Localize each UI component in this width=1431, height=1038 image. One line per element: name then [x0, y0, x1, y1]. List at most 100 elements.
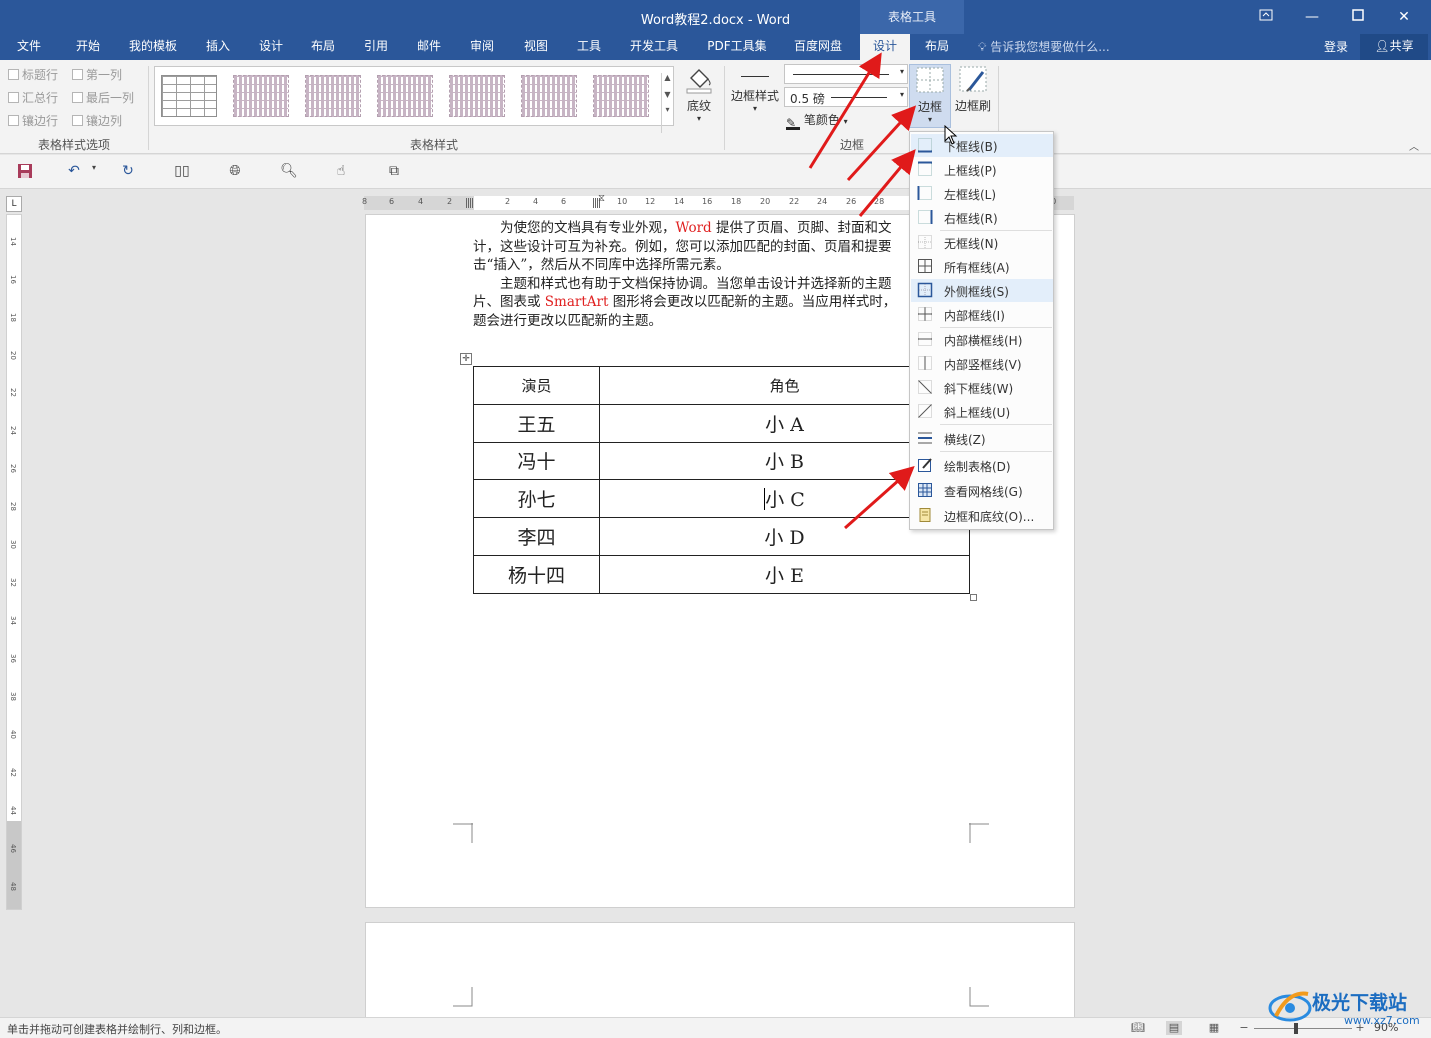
menu-item-right-border[interactable]: 右框线(R) — [911, 206, 1053, 229]
checkbox-banded-columns[interactable]: 镶边列 — [72, 112, 122, 129]
table-cell[interactable]: 杨十四 — [473, 554, 600, 594]
table-cell[interactable]: 冯十 — [473, 441, 600, 481]
touch-mode-icon[interactable]: ☝︎ — [331, 163, 351, 181]
table-cell[interactable]: 孙七 — [473, 479, 600, 519]
tab-my-templates[interactable]: 我的模板 — [122, 34, 184, 60]
menu-item-no-border[interactable]: 无框线(N) — [911, 231, 1053, 254]
checkbox-last-column[interactable]: 最后一列 — [72, 89, 134, 106]
table-cell[interactable]: 王五 — [473, 403, 600, 443]
indent-marker-icon[interactable]: ⧖ — [598, 193, 605, 204]
login-link[interactable]: 登录 — [1324, 38, 1348, 55]
watermark-brand: 极光下载站 — [1312, 992, 1408, 1014]
menu-item-left-border[interactable]: 左框线(L) — [911, 182, 1053, 205]
read-mode-view-icon[interactable]: 📖︎ — [1130, 1021, 1146, 1035]
web-layout-view-icon[interactable]: ▦ — [1206, 1021, 1222, 1035]
menu-item-label: 内部竖框线(V) — [944, 358, 1022, 372]
tab-table-design[interactable]: 设计 — [860, 34, 910, 60]
tab-insert[interactable]: 插入 — [196, 34, 240, 60]
vertical-ruler[interactable]: 14 16 18 20 22 24 26 28 30 32 34 36 38 4… — [6, 214, 22, 910]
table-move-handle-icon[interactable]: ✛ — [460, 353, 472, 365]
table-cell[interactable]: 小 E — [599, 554, 970, 594]
table-cell[interactable]: 李四 — [473, 517, 600, 556]
tab-selector-icon[interactable]: L — [6, 196, 22, 212]
maximize-icon[interactable] — [1335, 0, 1381, 34]
menu-item-outside-borders[interactable]: 外侧框线(S) — [911, 279, 1053, 302]
undo-dropdown-icon[interactable]: ▾ — [84, 163, 104, 181]
checkbox-first-column[interactable]: 第一列 — [72, 66, 122, 83]
tab-review[interactable]: 审阅 — [461, 34, 503, 60]
table-header-cell[interactable]: 演员 — [473, 366, 600, 405]
print-preview-icon[interactable]: 🔍︎ — [279, 163, 299, 181]
tab-layout[interactable]: 布局 — [302, 34, 344, 60]
border-styles-button[interactable]: 边框样式 ▾ — [728, 68, 782, 128]
pen-color-button[interactable]: ✎ 笔颜色 ▾ — [786, 111, 848, 130]
menu-item-inside-horizontal-border[interactable]: 内部横框线(H) — [911, 328, 1053, 351]
tab-pdf-tools[interactable]: PDF工具集 — [698, 34, 776, 60]
table-resize-handle[interactable] — [970, 594, 977, 601]
gallery-more-icon[interactable]: ▾ — [662, 105, 673, 114]
menu-item-view-gridlines[interactable]: 查看网格线(G) — [911, 479, 1053, 502]
ribbon-display-icon[interactable] — [1243, 0, 1289, 34]
line-weight-select[interactable]: 0.5 磅 ▾ — [784, 87, 908, 107]
tab-references[interactable]: 引用 — [355, 34, 397, 60]
tab-baidu-netdisk[interactable]: 百度网盘 — [786, 34, 850, 60]
document-page-2[interactable] — [365, 922, 1075, 1022]
web-layout-icon[interactable]: 🌐︎ — [225, 163, 245, 181]
menu-item-draw-table[interactable]: 绘制表格(D) — [911, 454, 1053, 477]
undo-icon[interactable]: ↶ — [64, 163, 84, 181]
checkbox-header-row[interactable]: 标题行 — [8, 66, 58, 83]
tell-me-box[interactable]: 💡︎ 告诉我您想要做什么... — [978, 38, 1110, 56]
text-run-word: Word — [675, 220, 712, 236]
customize-toolbar-icon[interactable]: ⧉ — [384, 163, 404, 181]
table-style-plain-5[interactable] — [519, 73, 579, 119]
print-layout-view-icon[interactable]: ▤ — [1166, 1021, 1182, 1035]
scroll-down-icon[interactable]: ▼ — [662, 90, 673, 99]
minimize-icon[interactable]: — — [1289, 0, 1335, 34]
tab-table-layout[interactable]: 布局 — [914, 34, 960, 60]
gallery-scrollbar[interactable]: ▲ ▼ ▾ — [661, 73, 673, 133]
shading-button[interactable]: 底纹 ▾ — [680, 64, 718, 130]
read-mode-icon[interactable]: ▯▯ — [172, 163, 192, 181]
borders-button[interactable]: 边框 ▾ — [909, 64, 951, 128]
checkbox-total-row[interactable]: 汇总行 — [8, 89, 58, 106]
cast-table[interactable]: 演员 角色 王五 小 A 冯十 小 B 孙七 小 C 李四 小 D 杨十四 小 … — [473, 366, 970, 594]
tab-view[interactable]: 视图 — [514, 34, 558, 60]
menu-item-label: 内部横框线(H) — [944, 334, 1023, 348]
menu-item-label: 横线(Z) — [944, 433, 986, 447]
menu-item-horizontal-line[interactable]: 横线(Z) — [911, 427, 1053, 450]
redo-icon[interactable]: ↻ — [118, 163, 138, 181]
tab-home[interactable]: 开始 — [66, 34, 110, 60]
menu-item-top-border[interactable]: 上框线(P) — [911, 158, 1053, 181]
table-column-marker[interactable] — [466, 198, 474, 208]
table-style-grid[interactable] — [159, 73, 219, 119]
menu-item-bottom-border[interactable]: 下框线(B) — [911, 134, 1053, 157]
line-style-select[interactable]: ▾ — [784, 64, 908, 84]
checkbox-banded-rows[interactable]: 镶边行 — [8, 112, 58, 129]
menu-item-label: 上框线(P) — [944, 164, 997, 178]
menu-item-diagonal-down-border[interactable]: 斜下框线(W) — [911, 376, 1053, 399]
tab-file[interactable]: 文件 — [8, 34, 50, 60]
menu-item-inside-borders[interactable]: 内部框线(I) — [911, 303, 1053, 326]
collapse-ribbon-icon[interactable]: ︿ — [1409, 138, 1419, 153]
table-style-plain-1[interactable] — [231, 73, 291, 119]
tab-developer[interactable]: 开发工具 — [620, 34, 688, 60]
menu-item-borders-and-shading[interactable]: 边框和底纹(O)... — [911, 504, 1053, 527]
table-style-plain-2[interactable] — [303, 73, 363, 119]
scroll-up-icon[interactable]: ▲ — [662, 73, 673, 82]
table-style-plain-6[interactable] — [591, 73, 651, 119]
menu-item-all-borders[interactable]: 所有框线(A) — [911, 255, 1053, 278]
border-painter-button[interactable]: 边框刷 — [952, 64, 994, 124]
tab-design[interactable]: 设计 — [250, 34, 292, 60]
close-icon[interactable]: ✕ — [1381, 0, 1427, 34]
share-button[interactable]: 👤︎共享 — [1360, 34, 1428, 60]
ruler-tick: 24 — [9, 426, 17, 435]
menu-item-diagonal-up-border[interactable]: 斜上框线(U) — [911, 400, 1053, 423]
table-style-plain-4[interactable] — [447, 73, 507, 119]
menu-item-inside-vertical-border[interactable]: 内部竖框线(V) — [911, 352, 1053, 375]
zoom-out-icon[interactable]: − — [1236, 1021, 1252, 1035]
save-icon[interactable] — [15, 163, 35, 181]
tab-tools[interactable]: 工具 — [568, 34, 610, 60]
tab-mailings[interactable]: 邮件 — [408, 34, 450, 60]
document-body[interactable]: 为使您的文档具有专业外观，Word 提供了页眉、页脚、封面和文 计，这些设计可互… — [473, 219, 943, 330]
table-style-plain-3[interactable] — [375, 73, 435, 119]
